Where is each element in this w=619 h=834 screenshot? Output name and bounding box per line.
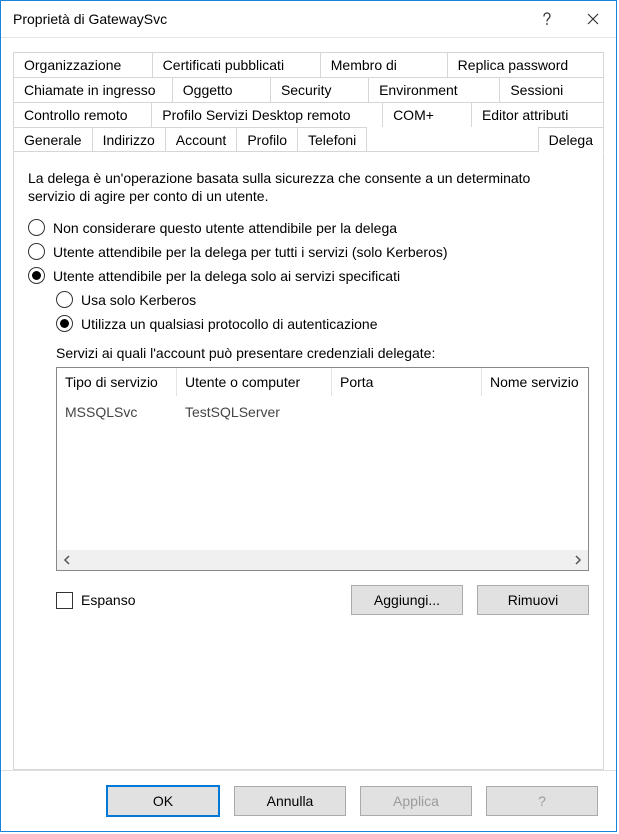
close-button[interactable] [570,1,616,37]
tab-delega[interactable]: Delega [538,127,604,153]
col-service-type[interactable]: Tipo di servizio [57,368,177,396]
titlebar: Proprietà di GatewaySvc [1,1,616,38]
cell-user-computer: TestSQLServer [177,404,332,420]
col-service-name[interactable]: Nome servizio [482,368,588,396]
tab-telefoni[interactable]: Telefoni [297,127,367,152]
tab-control: Organizzazione Certificati pubblicati Me… [13,52,604,152]
add-button[interactable]: Aggiungi... [351,585,463,615]
tab-security[interactable]: Security [270,77,369,102]
radio-label: Non considerare questo utente attendibil… [53,220,397,236]
apply-button[interactable]: Applica [360,786,472,816]
radio-icon [28,267,45,284]
tab-page-delega: La delega è un'operazione basata sulla s… [13,151,604,770]
radio-any-service[interactable]: Utente attendibile per la delega per tut… [28,243,589,260]
tab-profilo[interactable]: Profilo [236,127,298,152]
scroll-track[interactable] [77,550,568,570]
tab-generale[interactable]: Generale [13,127,93,152]
tab-profilo-servizi-desktop[interactable]: Profilo Servizi Desktop remoto [151,102,383,127]
ok-button[interactable]: OK [106,785,220,817]
radio-specified-services[interactable]: Utente attendibile per la delega solo ai… [28,267,589,284]
tab-environment[interactable]: Environment [368,77,500,102]
client-area: Organizzazione Certificati pubblicati Me… [1,38,616,770]
intro-text: La delega è un'operazione basata sulla s… [28,170,548,205]
tab-com-plus[interactable]: COM+ [382,102,472,127]
scroll-right-icon[interactable] [568,550,588,570]
dialog-button-bar: OK Annulla Applica ? [1,770,616,831]
radio-label: Utilizza un qualsiasi protocollo di aute… [81,316,378,332]
radio-icon [28,243,45,260]
scroll-left-icon[interactable] [57,550,77,570]
radio-label: Utente attendibile per la delega per tut… [53,244,448,260]
tab-oggetto[interactable]: Oggetto [172,77,271,102]
tab-indirizzo[interactable]: Indirizzo [92,127,166,152]
expanded-label: Espanso [81,592,135,608]
tab-sessioni[interactable]: Sessioni [499,77,604,102]
tab-organizzazione[interactable]: Organizzazione [13,52,153,77]
help-button[interactable]: ? [486,786,598,816]
window-title: Proprietà di GatewaySvc [13,11,524,27]
tab-membro-di[interactable]: Membro di [320,52,448,77]
tab-controllo-remoto[interactable]: Controllo remoto [13,102,152,127]
help-titlebar-button[interactable] [524,1,570,37]
tab-account[interactable]: Account [165,127,238,152]
radio-label: Utente attendibile per la delega solo ai… [53,268,400,284]
dialog-window: Proprietà di GatewaySvc Organizzazione C… [0,0,617,832]
list-footer: Espanso Aggiungi... Rimuovi [56,585,589,615]
radio-icon [28,219,45,236]
tab-editor-attributi[interactable]: Editor attributi [471,102,604,127]
radio-label: Usa solo Kerberos [81,292,196,308]
cell-service-type: MSSQLSvc [57,404,177,420]
tab-chiamate-in-ingresso[interactable]: Chiamate in ingresso [13,77,173,102]
radio-icon [56,315,73,332]
radio-icon [56,291,73,308]
cancel-button[interactable]: Annulla [234,786,346,816]
table-row[interactable]: MSSQLSvc TestSQLServer [57,400,588,424]
services-list[interactable]: Tipo di servizio Utente o computer Porta… [56,367,589,571]
list-body: MSSQLSvc TestSQLServer [57,396,588,428]
horizontal-scrollbar[interactable] [57,550,588,570]
radio-kerberos-only[interactable]: Usa solo Kerberos [56,291,589,308]
list-header: Tipo di servizio Utente o computer Porta… [57,368,588,396]
tab-spacer [367,127,538,152]
radio-no-trust[interactable]: Non considerare questo utente attendibil… [28,219,589,236]
col-user-computer[interactable]: Utente o computer [177,368,332,396]
remove-button[interactable]: Rimuovi [477,585,589,615]
tab-certificati-pubblicati[interactable]: Certificati pubblicati [152,52,321,77]
tab-replica-password[interactable]: Replica password [447,52,604,77]
col-port[interactable]: Porta [332,368,482,396]
radio-any-protocol[interactable]: Utilizza un qualsiasi protocollo di aute… [56,315,589,332]
services-list-label: Servizi ai quali l'account può presentar… [56,345,589,361]
expanded-checkbox[interactable] [56,592,73,609]
